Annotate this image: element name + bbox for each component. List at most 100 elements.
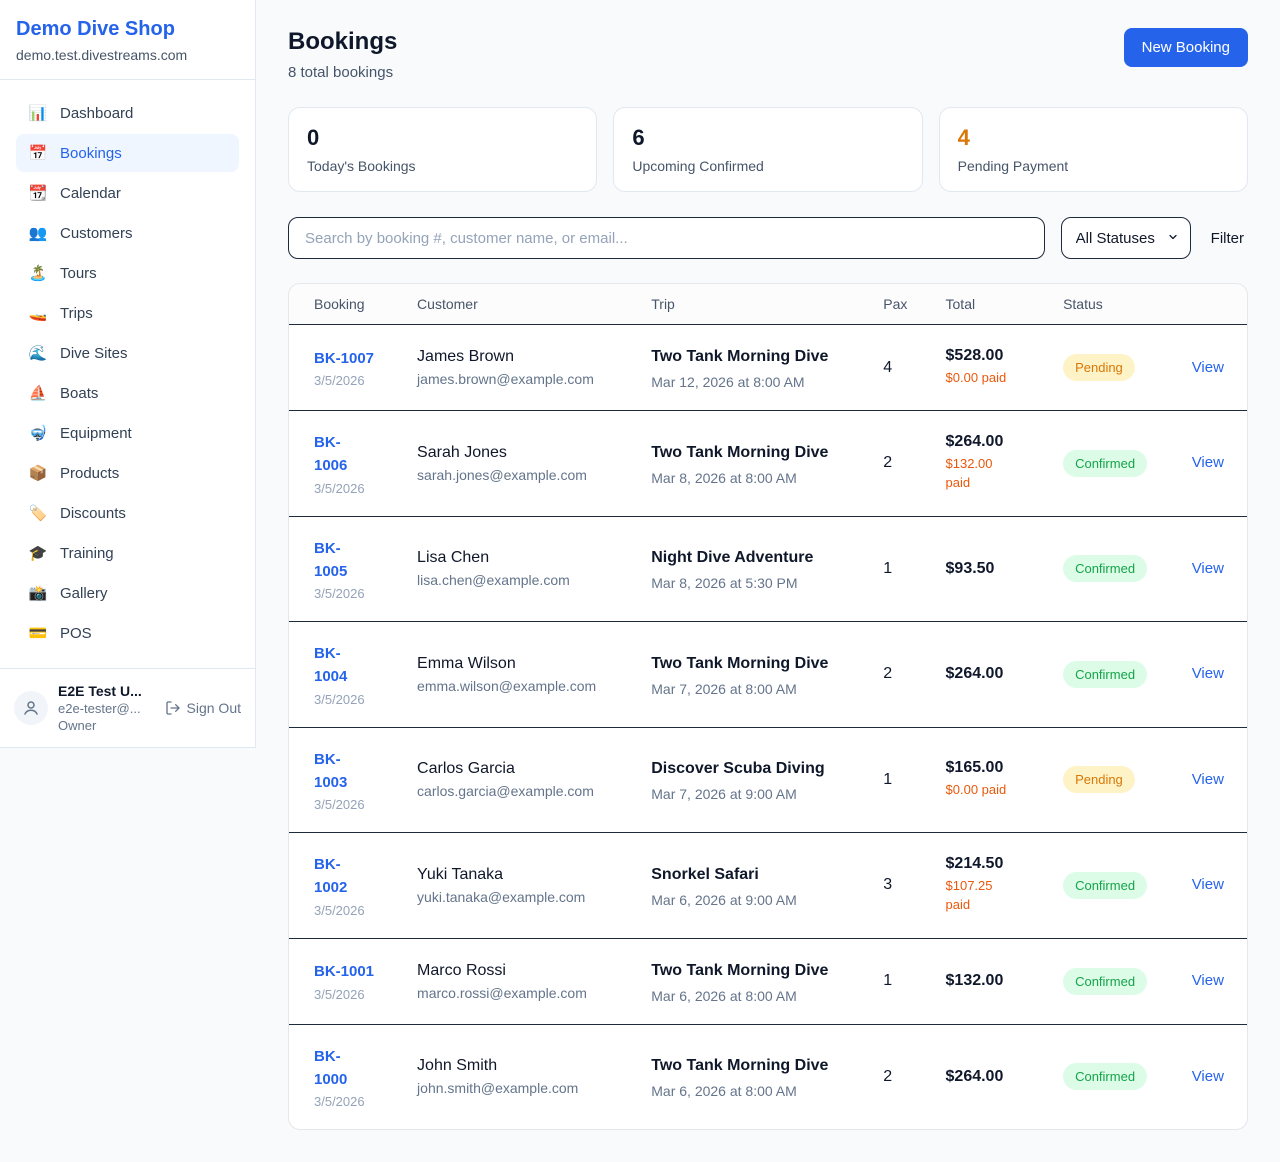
customer-name: Marco Rossi (417, 962, 619, 980)
total-cell: $132.00 (930, 938, 1048, 1024)
customer-cell: James Brown james.brown@example.com (401, 325, 635, 411)
booking-date: 3/5/2026 (314, 586, 385, 601)
booking-date: 3/5/2026 (314, 692, 385, 707)
trip-cell: Two Tank Morning Dive Mar 8, 2026 at 8:0… (635, 411, 867, 517)
total-amount: $264.00 (946, 665, 1032, 683)
stat-card-pending-payment: 4 Pending Payment (939, 107, 1248, 192)
sidebar-item-tours[interactable]: 🏝️Tours (16, 254, 239, 292)
status-badge: Confirmed (1063, 450, 1147, 477)
table-row: BK-1000 3/5/2026 John Smith john.smith@e… (289, 1024, 1247, 1129)
trip-name: Two Tank Morning Dive (651, 1054, 829, 1078)
view-link[interactable]: View (1192, 771, 1224, 788)
view-link[interactable]: View (1192, 876, 1224, 893)
view-link[interactable]: View (1192, 972, 1224, 989)
person-icon (22, 699, 40, 717)
total-cell: $264.00 (930, 1024, 1048, 1129)
trip-cell: Two Tank Morning Dive Mar 7, 2026 at 8:0… (635, 622, 867, 728)
stat-card-upcoming-confirmed: 6 Upcoming Confirmed (613, 107, 922, 192)
view-link[interactable]: View (1192, 665, 1224, 682)
trip-datetime: Mar 6, 2026 at 8:00 AM (651, 988, 851, 1004)
pos-icon: 💳 (28, 624, 48, 642)
total-cell: $528.00 $0.00 paid (930, 325, 1048, 411)
sidebar-item-label: Equipment (60, 425, 132, 442)
sidebar-item-dive-sites[interactable]: 🌊Dive Sites (16, 334, 239, 372)
trip-name: Two Tank Morning Dive (651, 441, 829, 465)
view-cell: View (1176, 1024, 1247, 1129)
customer-email: john.smith@example.com (417, 1080, 619, 1096)
sidebar-item-dashboard[interactable]: 📊Dashboard (16, 94, 239, 132)
total-amount: $165.00 (946, 759, 1032, 777)
stat-label: Today's Bookings (307, 158, 578, 174)
sidebar-item-equipment[interactable]: 🤿Equipment (16, 414, 239, 452)
sidebar-item-discounts[interactable]: 🏷️Discounts (16, 494, 239, 532)
status-badge: Confirmed (1063, 872, 1147, 899)
shop-name: Demo Dive Shop (16, 18, 239, 41)
trips-icon: 🚤 (28, 304, 48, 322)
booking-id-link[interactable]: BK-1004 (314, 642, 358, 689)
controls-row: All Statuses Filter (288, 217, 1248, 259)
search-input[interactable] (288, 217, 1045, 259)
sidebar-item-gallery[interactable]: 📸Gallery (16, 574, 239, 612)
sign-out-button[interactable]: Sign Out (165, 700, 241, 716)
trip-name: Two Tank Morning Dive (651, 345, 829, 369)
booking-id-link[interactable]: BK-1001 (314, 960, 374, 983)
trip-name: Night Dive Adventure (651, 546, 829, 570)
sidebar-item-trips[interactable]: 🚤Trips (16, 294, 239, 332)
total-amount: $132.00 (946, 972, 1032, 990)
view-cell: View (1176, 411, 1247, 517)
sidebar-item-products[interactable]: 📦Products (16, 454, 239, 492)
status-cell: Confirmed (1047, 411, 1176, 517)
booking-date: 3/5/2026 (314, 903, 385, 918)
stat-label: Pending Payment (958, 158, 1229, 174)
sidebar-item-pos[interactable]: 💳POS (16, 614, 239, 652)
customer-cell: Yuki Tanaka yuki.tanaka@example.com (401, 833, 635, 939)
sidebar-item-calendar[interactable]: 📆Calendar (16, 174, 239, 212)
status-filter-select[interactable]: All Statuses (1061, 217, 1191, 259)
pax-cell: 4 (867, 325, 929, 411)
filter-button[interactable]: Filter (1207, 224, 1248, 253)
trip-datetime: Mar 8, 2026 at 5:30 PM (651, 575, 851, 591)
booking-id-link[interactable]: BK-1002 (314, 853, 358, 900)
trip-datetime: Mar 7, 2026 at 9:00 AM (651, 786, 851, 802)
sidebar-item-boats[interactable]: ⛵Boats (16, 374, 239, 412)
booking-id-link[interactable]: BK-1005 (314, 537, 358, 584)
status-cell: Confirmed (1047, 938, 1176, 1024)
view-link[interactable]: View (1192, 359, 1224, 376)
status-badge: Pending (1063, 354, 1135, 381)
status-select-wrap: All Statuses (1061, 217, 1191, 259)
sidebar-item-customers[interactable]: 👥Customers (16, 214, 239, 252)
training-icon: 🎓 (28, 544, 48, 562)
booking-date: 3/5/2026 (314, 987, 385, 1002)
booking-id-link[interactable]: BK-1000 (314, 1045, 358, 1092)
customer-email: lisa.chen@example.com (417, 572, 619, 588)
trip-name: Two Tank Morning Dive (651, 652, 829, 676)
view-cell: View (1176, 516, 1247, 622)
view-cell: View (1176, 622, 1247, 728)
bookings-table-card: BookingCustomerTripPaxTotalStatus BK-100… (288, 283, 1248, 1130)
booking-id-link[interactable]: BK-1006 (314, 431, 358, 478)
status-cell: Pending (1047, 325, 1176, 411)
view-link[interactable]: View (1192, 1068, 1224, 1085)
pax-cell: 2 (867, 411, 929, 517)
booking-cell: BK-1005 3/5/2026 (289, 516, 401, 622)
trip-datetime: Mar 8, 2026 at 8:00 AM (651, 470, 851, 486)
view-link[interactable]: View (1192, 454, 1224, 471)
sidebar-item-label: Bookings (60, 145, 122, 162)
dashboard-icon: 📊 (28, 104, 48, 122)
new-booking-button[interactable]: New Booking (1124, 28, 1248, 67)
pax-cell: 1 (867, 938, 929, 1024)
status-cell: Confirmed (1047, 516, 1176, 622)
customer-name: Emma Wilson (417, 655, 619, 673)
booking-id-link[interactable]: BK-1003 (314, 748, 358, 795)
booking-id-link[interactable]: BK-1007 (314, 347, 374, 370)
sidebar-item-bookings[interactable]: 📅Bookings (16, 134, 239, 172)
sidebar-item-training[interactable]: 🎓Training (16, 534, 239, 572)
booking-date: 3/5/2026 (314, 373, 385, 388)
pax-cell: 3 (867, 833, 929, 939)
column-header-status: Status (1047, 284, 1176, 325)
table-header: BookingCustomerTripPaxTotalStatus (289, 284, 1247, 325)
total-amount: $264.00 (946, 433, 1032, 451)
table-row: BK-1006 3/5/2026 Sarah Jones sarah.jones… (289, 411, 1247, 517)
page-title: Bookings (288, 28, 397, 56)
view-link[interactable]: View (1192, 560, 1224, 577)
